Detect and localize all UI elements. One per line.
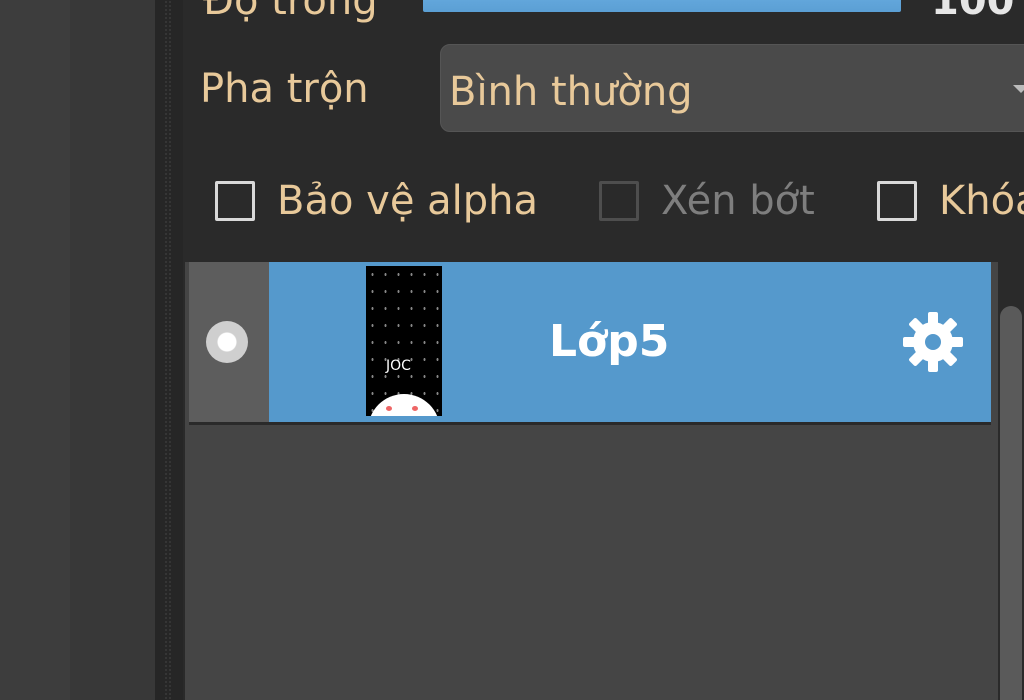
lock-label: Khóa: [939, 178, 1024, 224]
clipping-box: [599, 181, 639, 221]
visibility-dot-icon[interactable]: [206, 321, 248, 363]
thumbnail-cloud: [368, 394, 440, 416]
chevron-down-icon: [1013, 85, 1024, 93]
panel-resize-handle[interactable]: [155, 0, 183, 700]
layer-list: JOC Lớp5: [185, 262, 999, 700]
gear-icon-svg: [903, 312, 963, 372]
lock-box[interactable]: [877, 181, 917, 221]
left-dock-inner: [70, 0, 155, 700]
blend-mode-value: Bình thường: [449, 69, 693, 115]
blend-mode-label: Pha trộn: [200, 66, 369, 112]
clipping-checkbox: Xén bớt: [599, 176, 815, 226]
layer-row[interactable]: JOC Lớp5: [189, 262, 991, 425]
opacity-row: Độ trong 100: [183, 0, 1024, 24]
opacity-slider[interactable]: [423, 0, 901, 12]
layer-name: Lớp5: [549, 316, 670, 367]
visibility-toggle[interactable]: [189, 262, 269, 422]
layers-panel: Độ trong 100 Pha trộn Bình thường Bảo vệ…: [183, 0, 1024, 700]
blend-mode-select[interactable]: Bình thường: [440, 44, 1024, 132]
clipping-label: Xén bớt: [661, 178, 815, 224]
opacity-value[interactable]: 100: [931, 0, 1015, 24]
left-dock: [0, 0, 155, 700]
layer-thumbnail: JOC: [366, 266, 442, 416]
scrollbar-thumb[interactable]: [1000, 306, 1022, 700]
protect-alpha-label: Bảo vệ alpha: [277, 178, 539, 224]
thumbnail-cheek: [386, 406, 392, 411]
thumbnail-cheek: [412, 406, 418, 411]
protect-alpha-box[interactable]: [215, 181, 255, 221]
grip-dots: [164, 0, 172, 700]
layer-list-scrollbar[interactable]: [998, 262, 1024, 700]
protect-alpha-checkbox[interactable]: Bảo vệ alpha: [215, 176, 538, 226]
thumbnail-text: JOC: [386, 358, 411, 374]
opacity-label: Độ trong: [203, 0, 378, 24]
lock-checkbox[interactable]: Khóa: [877, 176, 1024, 226]
gear-icon[interactable]: [901, 310, 965, 374]
